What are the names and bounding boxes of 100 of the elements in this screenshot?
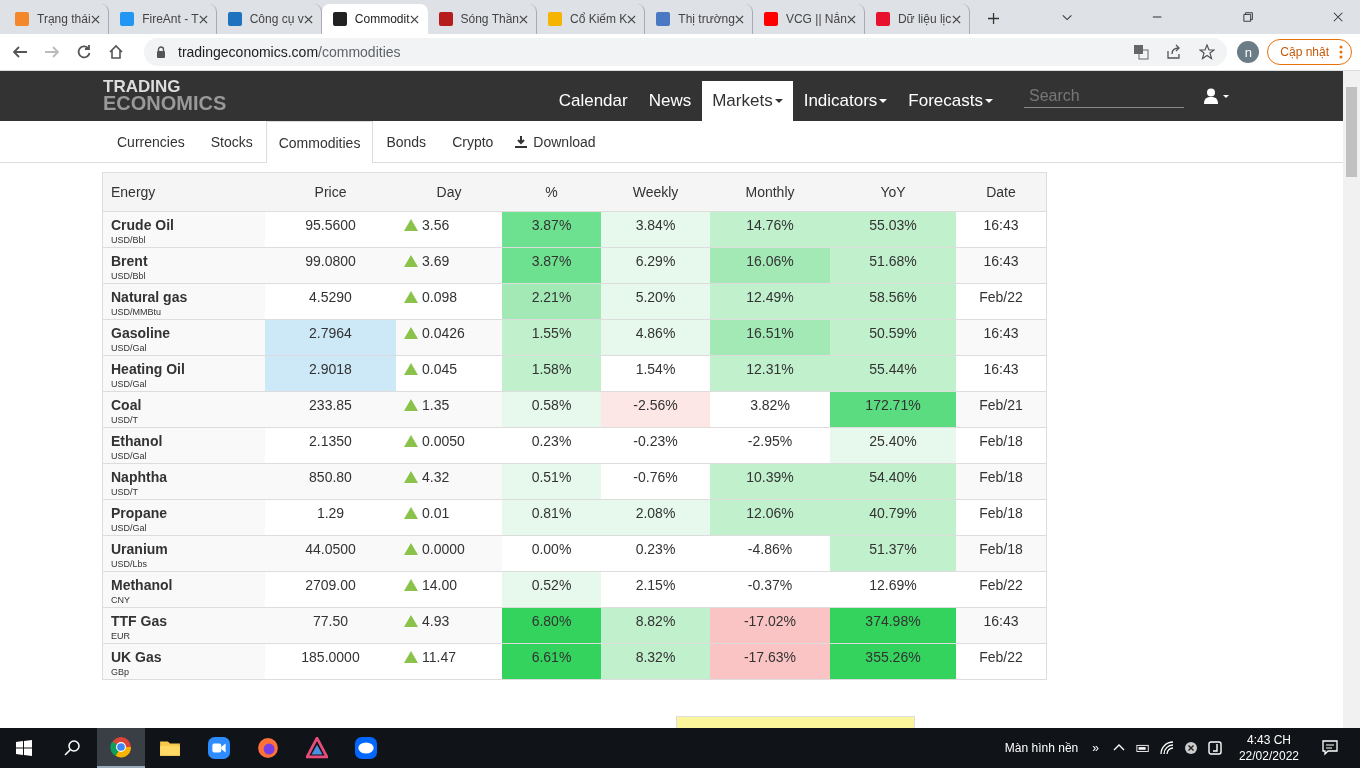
user-icon[interactable] xyxy=(1204,88,1230,104)
sub-tab[interactable]: Bonds xyxy=(373,121,440,162)
clock-date[interactable]: 22/02/2022 xyxy=(1238,748,1299,764)
tab-title: Sóng Thần xyxy=(460,12,519,26)
home-icon[interactable] xyxy=(108,44,124,60)
commodity-name[interactable]: Natural gas xyxy=(111,289,265,305)
reload-icon[interactable] xyxy=(76,44,92,60)
tab-title: Trạng thái xyxy=(37,12,92,26)
close-icon[interactable] xyxy=(846,14,856,24)
taskbar-app[interactable] xyxy=(97,728,145,768)
price-cell: 99.0800 xyxy=(265,247,396,284)
commodity-name[interactable]: Propane xyxy=(111,505,265,521)
close-icon[interactable] xyxy=(303,14,313,24)
column-header[interactable]: Energy xyxy=(102,172,265,212)
column-header[interactable]: YoY xyxy=(830,172,956,212)
day-change: 3.69 xyxy=(422,253,450,269)
logo-text[interactable]: TRADING xyxy=(103,79,227,95)
change-cell: 6.80% xyxy=(502,607,601,644)
star-icon[interactable] xyxy=(1199,44,1216,60)
scrollbar[interactable] xyxy=(1343,71,1360,728)
commodity-name[interactable]: Naphtha xyxy=(111,469,265,485)
commodity-name[interactable]: Methanol xyxy=(111,577,265,593)
browser-tab[interactable]: Commodit xyxy=(321,4,428,34)
browser-tab[interactable]: Cổ Kiếm K xyxy=(537,4,646,34)
commodity-name[interactable]: Ethanol xyxy=(111,433,265,449)
toolbar-expand[interactable]: » xyxy=(1092,741,1099,755)
close-icon[interactable] xyxy=(91,14,101,24)
browser-tab[interactable]: Công cụ v xyxy=(216,4,322,34)
wifi-icon[interactable] xyxy=(1159,741,1174,755)
column-header[interactable]: Day xyxy=(396,172,502,212)
commodity-name[interactable]: TTF Gas xyxy=(111,613,265,629)
column-header[interactable]: Date xyxy=(956,172,1047,212)
close-icon[interactable] xyxy=(409,14,419,24)
commodity-name[interactable]: Uranium xyxy=(111,541,265,557)
search-field[interactable]: Search xyxy=(1024,84,1184,108)
more-dots-icon[interactable] xyxy=(1339,45,1343,59)
notification-icon[interactable] xyxy=(1322,740,1338,756)
clock-time[interactable]: 4:43 CH xyxy=(1246,732,1291,748)
commodity-name[interactable]: Heating Oil xyxy=(111,361,265,377)
unit-label: USD/Gal xyxy=(111,523,148,533)
search-icon[interactable] xyxy=(64,740,80,756)
change-cell: 12.69% xyxy=(830,571,956,608)
change-cell: 1.58% xyxy=(502,355,601,392)
restore-icon[interactable] xyxy=(1242,11,1253,23)
download-link[interactable]: Download xyxy=(506,121,609,162)
tray-app-icon[interactable] xyxy=(1207,741,1222,755)
profile-avatar[interactable]: n xyxy=(1237,41,1260,63)
commodity-name[interactable]: UK Gas xyxy=(111,649,265,665)
update-button[interactable]: Cập nhật xyxy=(1267,39,1352,65)
translate-icon[interactable] xyxy=(1133,44,1150,60)
commodity-name[interactable]: Coal xyxy=(111,397,265,413)
browser-tab[interactable]: Sóng Thần xyxy=(427,4,537,34)
unit-label: USD/Gal xyxy=(111,379,148,389)
share-icon[interactable] xyxy=(1166,44,1183,60)
change-cell: 2.21% xyxy=(502,283,601,320)
close-icon[interactable] xyxy=(734,14,744,24)
browser-tab[interactable]: Trạng thái xyxy=(4,4,110,34)
close-icon[interactable] xyxy=(198,14,208,24)
tab-title: VCG || Nắn xyxy=(785,12,847,26)
nav-link[interactable]: Indicators xyxy=(793,81,898,121)
speaker-muted-icon[interactable] xyxy=(1183,741,1198,755)
nav-link[interactable]: News xyxy=(638,81,702,121)
logo-text[interactable]: ECONOMICS xyxy=(103,95,227,111)
column-header[interactable]: % xyxy=(502,172,601,212)
sub-tab[interactable]: Commodities xyxy=(265,121,374,163)
back-arrow-icon[interactable] xyxy=(12,44,28,60)
column-header[interactable]: Monthly xyxy=(710,172,830,212)
browser-tab[interactable]: Thị trường xyxy=(645,4,753,34)
close-icon[interactable] xyxy=(1332,11,1343,23)
day-change: 0.098 xyxy=(422,289,458,305)
commodity-name[interactable]: Brent xyxy=(111,253,265,269)
nav-link[interactable]: Markets xyxy=(702,81,793,121)
change-cell: 54.40% xyxy=(830,463,956,500)
new-tab-icon[interactable] xyxy=(988,12,1000,25)
close-icon[interactable] xyxy=(952,14,962,24)
browser-tab[interactable]: VCG || Nắn xyxy=(752,4,865,34)
address-bar[interactable]: tradingeconomics.com/commodities xyxy=(144,38,1228,66)
desktop-label[interactable]: Màn hình nền xyxy=(1004,741,1079,755)
day-change: 0.0000 xyxy=(422,541,465,557)
close-icon[interactable] xyxy=(519,14,528,24)
up-triangle-icon xyxy=(404,543,418,555)
chat-bubble-icon xyxy=(355,737,377,759)
price-cell: 850.80 xyxy=(265,463,396,500)
nav-link[interactable]: Calendar xyxy=(548,81,638,121)
commodity-name[interactable]: Gasoline xyxy=(111,325,265,341)
browser-tab[interactable]: Dữ liệu lịc xyxy=(864,4,971,34)
sub-tab[interactable]: Stocks xyxy=(197,121,266,162)
windows-start-icon[interactable] xyxy=(16,740,32,756)
browser-tab[interactable]: FireAnt - T xyxy=(109,4,217,34)
column-header[interactable]: Price xyxy=(265,172,396,212)
nav-link[interactable]: Forecasts xyxy=(898,81,1003,121)
commodity-name[interactable]: Crude Oil xyxy=(111,217,265,233)
day-change: 11.47 xyxy=(422,649,456,665)
column-header[interactable]: Weekly xyxy=(601,172,710,212)
sub-tab[interactable]: Currencies xyxy=(104,121,198,162)
sub-tab[interactable]: Crypto xyxy=(439,121,507,162)
close-icon[interactable] xyxy=(627,14,637,24)
change-cell: -0.76% xyxy=(601,463,710,500)
change-cell: 12.31% xyxy=(710,355,830,392)
up-triangle-icon xyxy=(404,471,418,483)
